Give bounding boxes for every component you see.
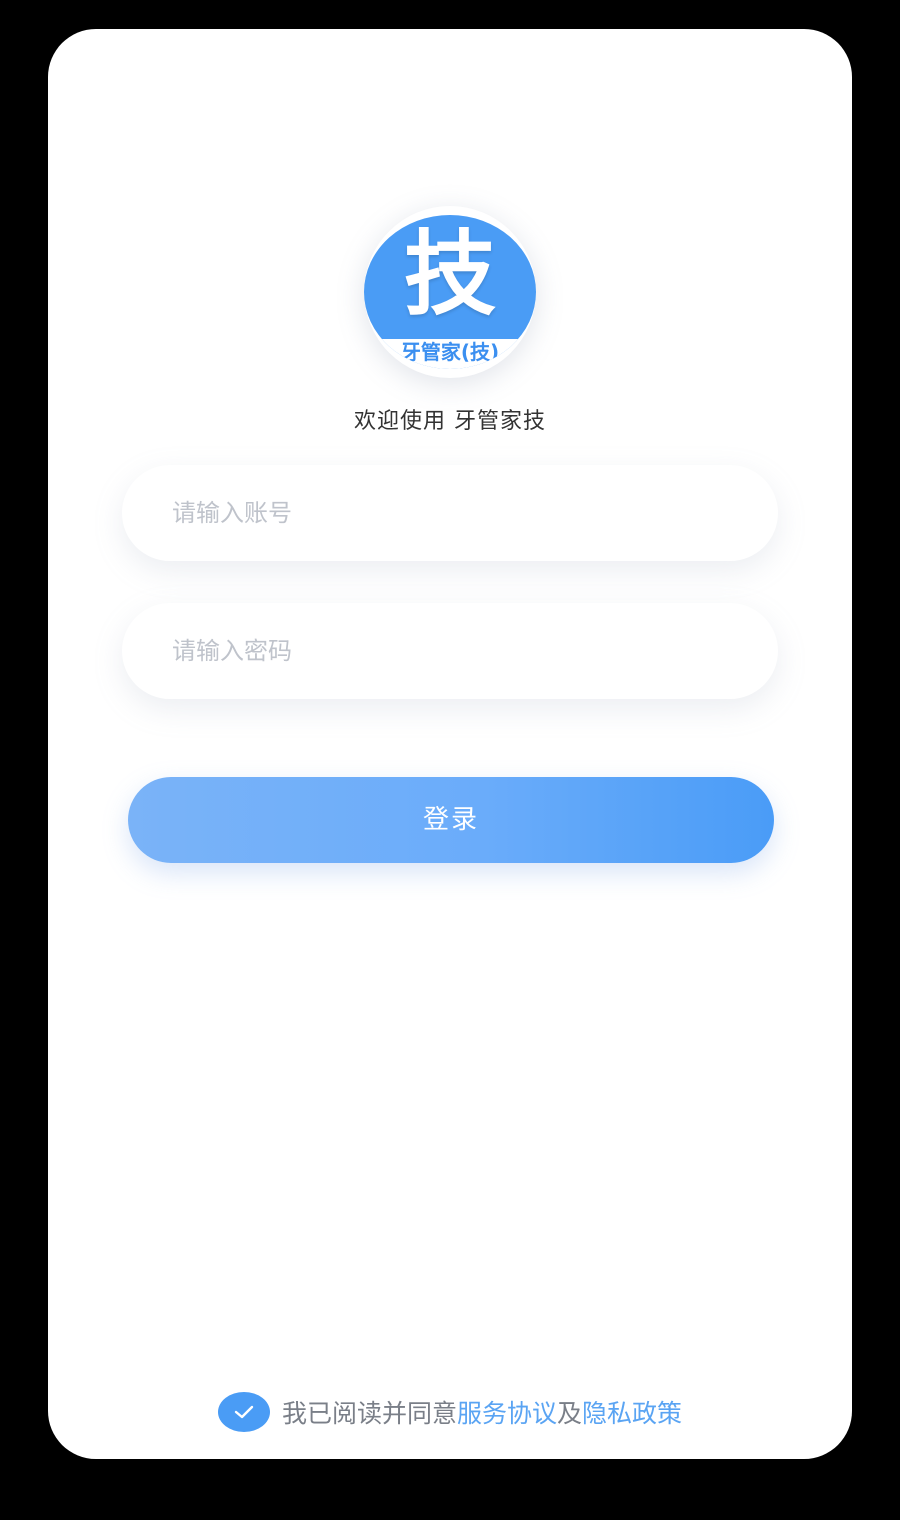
app-logo: 技 牙管家(技) [364, 206, 536, 378]
account-input[interactable] [170, 498, 778, 528]
agreement-checkbox[interactable] [217, 1392, 270, 1432]
login-button[interactable]: 登录 [128, 777, 774, 863]
logo-badge: 技 牙管家(技) [364, 215, 536, 369]
privacy-policy-link[interactable]: 隐私政策 [582, 1394, 682, 1430]
welcome-text: 欢迎使用 牙管家技 [354, 409, 546, 434]
agreement-prefix: 我已阅读并同意 [281, 1399, 457, 1428]
service-agreement-link[interactable]: 服务协议 [457, 1394, 557, 1430]
agreement-conjunction: 及 [557, 1399, 583, 1428]
password-input[interactable] [170, 636, 778, 666]
logo-band-text: 牙管家(技) [364, 339, 536, 369]
agreement-row: 我已阅读并同意 服务协议 及 隐私政策 [48, 1390, 852, 1434]
logo-character: 技 [403, 221, 496, 328]
password-field[interactable] [122, 603, 778, 699]
account-field[interactable] [122, 465, 778, 561]
check-icon [234, 1405, 254, 1419]
login-screen: 技 牙管家(技) 欢迎使用 牙管家技 登录 我已阅读并同意 服务协议 及 隐私政… [48, 29, 852, 1459]
